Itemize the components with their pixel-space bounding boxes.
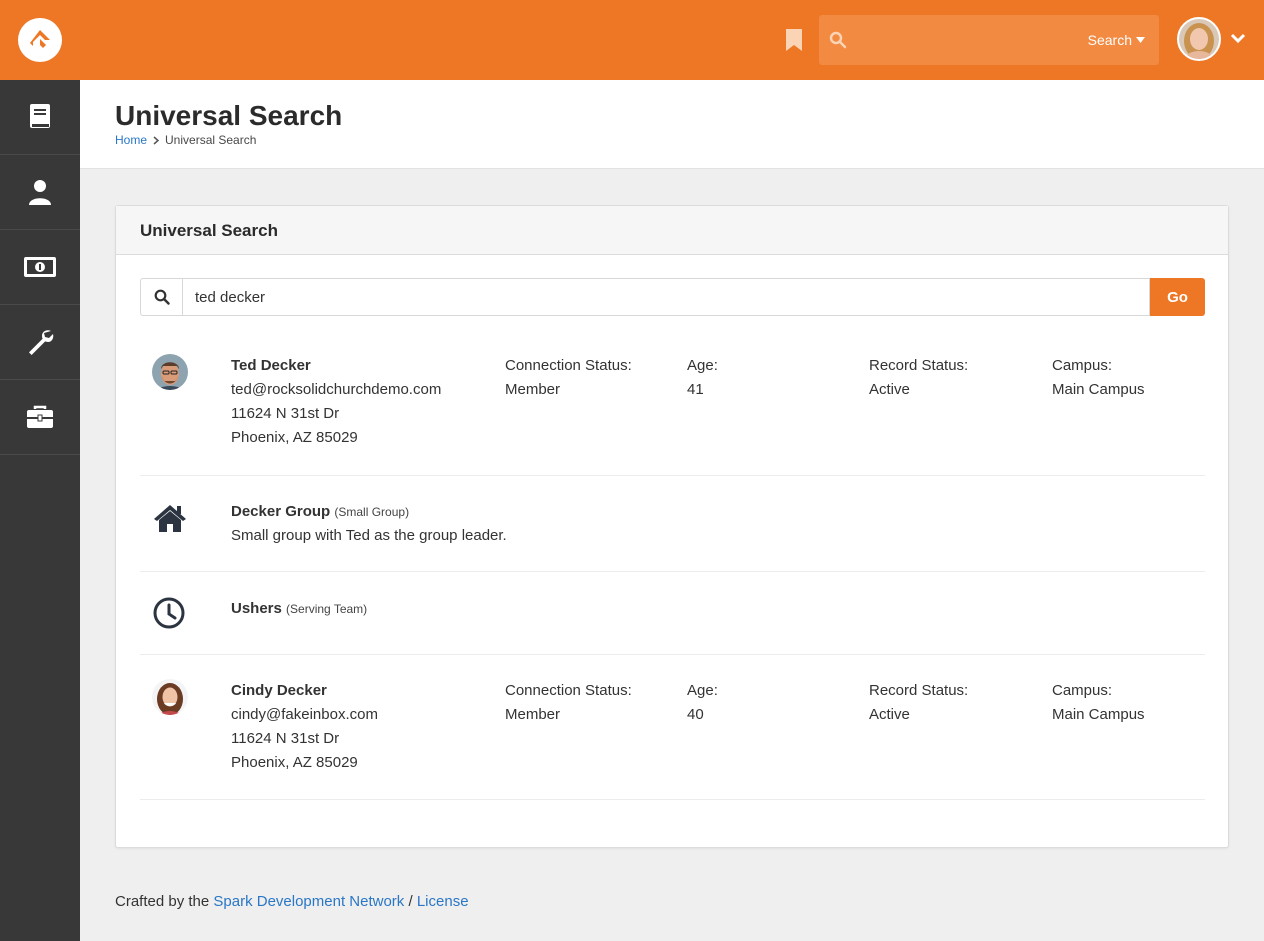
sidebar-item-finance[interactable] bbox=[0, 230, 80, 305]
person-address-line1: 11624 N 31st Dr bbox=[231, 730, 340, 747]
panel-title: Universal Search bbox=[116, 206, 1228, 255]
book-icon bbox=[30, 104, 50, 128]
top-navbar: Search bbox=[0, 0, 1264, 80]
person-address-line1: 11624 N 31st Dr bbox=[231, 405, 340, 422]
record-status-label: Record Status: bbox=[869, 682, 969, 699]
sidebar-item-admin[interactable] bbox=[0, 380, 80, 455]
home-icon bbox=[152, 503, 188, 538]
sidebar bbox=[0, 80, 80, 941]
record-status-value: Active bbox=[869, 706, 910, 723]
search-icon bbox=[829, 31, 847, 54]
bookmark-icon[interactable] bbox=[785, 29, 803, 51]
age-label: Age: bbox=[687, 357, 718, 374]
rock-logo-icon[interactable] bbox=[18, 18, 62, 62]
breadcrumb-home[interactable]: Home bbox=[115, 133, 147, 147]
search-mode-dropdown[interactable]: Search bbox=[1088, 32, 1145, 48]
campus-label: Campus: bbox=[1052, 357, 1113, 374]
result-row-person[interactable]: Cindy Decker cindy@fakeinbox.com 11624 N… bbox=[140, 655, 1205, 800]
person-name[interactable]: Ted Decker bbox=[231, 354, 441, 378]
search-input-group: Go bbox=[140, 278, 1205, 316]
campus-label: Campus: bbox=[1052, 682, 1113, 699]
result-row-group[interactable]: Decker Group (Small Group) Small group w… bbox=[140, 476, 1205, 572]
breadcrumb-current: Universal Search bbox=[165, 133, 257, 147]
person-email: cindy@fakeinbox.com bbox=[231, 706, 378, 723]
result-row-person[interactable]: Ted Decker ted@rocksolidchurchdemo.com 1… bbox=[140, 336, 1205, 476]
age-label: Age: bbox=[687, 682, 718, 699]
spark-network-link[interactable]: Spark Development Network bbox=[213, 893, 404, 910]
person-icon bbox=[29, 180, 51, 205]
record-status-value: Active bbox=[869, 381, 910, 398]
person-address-line2: Phoenix, AZ 85029 bbox=[231, 429, 358, 446]
sidebar-item-tools[interactable] bbox=[0, 305, 80, 380]
connection-status-label: Connection Status: bbox=[505, 682, 632, 699]
person-address-line2: Phoenix, AZ 85029 bbox=[231, 754, 358, 771]
page-title: Universal Search bbox=[115, 100, 343, 131]
age-value: 40 bbox=[687, 706, 704, 723]
page-header: Universal Search Home Universal Search bbox=[80, 80, 1264, 169]
search-mode-label: Search bbox=[1087, 32, 1132, 48]
result-row-group[interactable]: Ushers (Serving Team) bbox=[140, 572, 1205, 655]
sidebar-item-people[interactable] bbox=[0, 155, 80, 230]
group-name[interactable]: Decker Group bbox=[231, 503, 330, 520]
briefcase-icon bbox=[27, 405, 53, 428]
group-type: (Small Group) bbox=[334, 505, 410, 519]
person-email: ted@rocksolidchurchdemo.com bbox=[231, 381, 442, 398]
user-avatar[interactable] bbox=[1177, 17, 1221, 61]
record-status-label: Record Status: bbox=[869, 357, 969, 374]
age-value: 41 bbox=[687, 381, 704, 398]
avatar bbox=[152, 679, 188, 715]
chevron-right-icon bbox=[153, 135, 160, 145]
connection-status-value: Member bbox=[505, 706, 561, 723]
clock-icon bbox=[152, 596, 186, 635]
connection-status-label: Connection Status: bbox=[505, 357, 632, 374]
group-name[interactable]: Ushers bbox=[231, 600, 282, 617]
search-input[interactable] bbox=[182, 278, 1150, 316]
group-description: Small group with Ted as the group leader… bbox=[231, 527, 507, 544]
sidebar-item-book[interactable] bbox=[0, 80, 80, 155]
connection-status-value: Member bbox=[505, 381, 561, 398]
license-link[interactable]: License bbox=[417, 893, 469, 910]
caret-down-icon bbox=[1136, 37, 1145, 43]
person-name[interactable]: Cindy Decker bbox=[231, 679, 378, 703]
campus-value: Main Campus bbox=[1052, 381, 1145, 398]
search-icon bbox=[140, 278, 182, 316]
wrench-icon bbox=[29, 330, 54, 355]
chevron-down-icon[interactable] bbox=[1230, 32, 1246, 50]
avatar bbox=[152, 354, 188, 390]
footer-separator: / bbox=[408, 893, 413, 910]
campus-value: Main Campus bbox=[1052, 706, 1145, 723]
universal-search-panel: Universal Search Go Ted Decker ted@rocks… bbox=[115, 205, 1229, 848]
go-button[interactable]: Go bbox=[1150, 278, 1205, 316]
global-search-box: Search bbox=[819, 15, 1159, 65]
group-type: (Serving Team) bbox=[286, 602, 368, 616]
breadcrumb: Home Universal Search bbox=[115, 133, 256, 147]
global-search-input[interactable] bbox=[857, 25, 1077, 55]
footer-prefix: Crafted by the bbox=[115, 893, 210, 910]
footer: Crafted by the Spark Development Network… bbox=[115, 893, 469, 910]
money-icon bbox=[24, 257, 56, 277]
